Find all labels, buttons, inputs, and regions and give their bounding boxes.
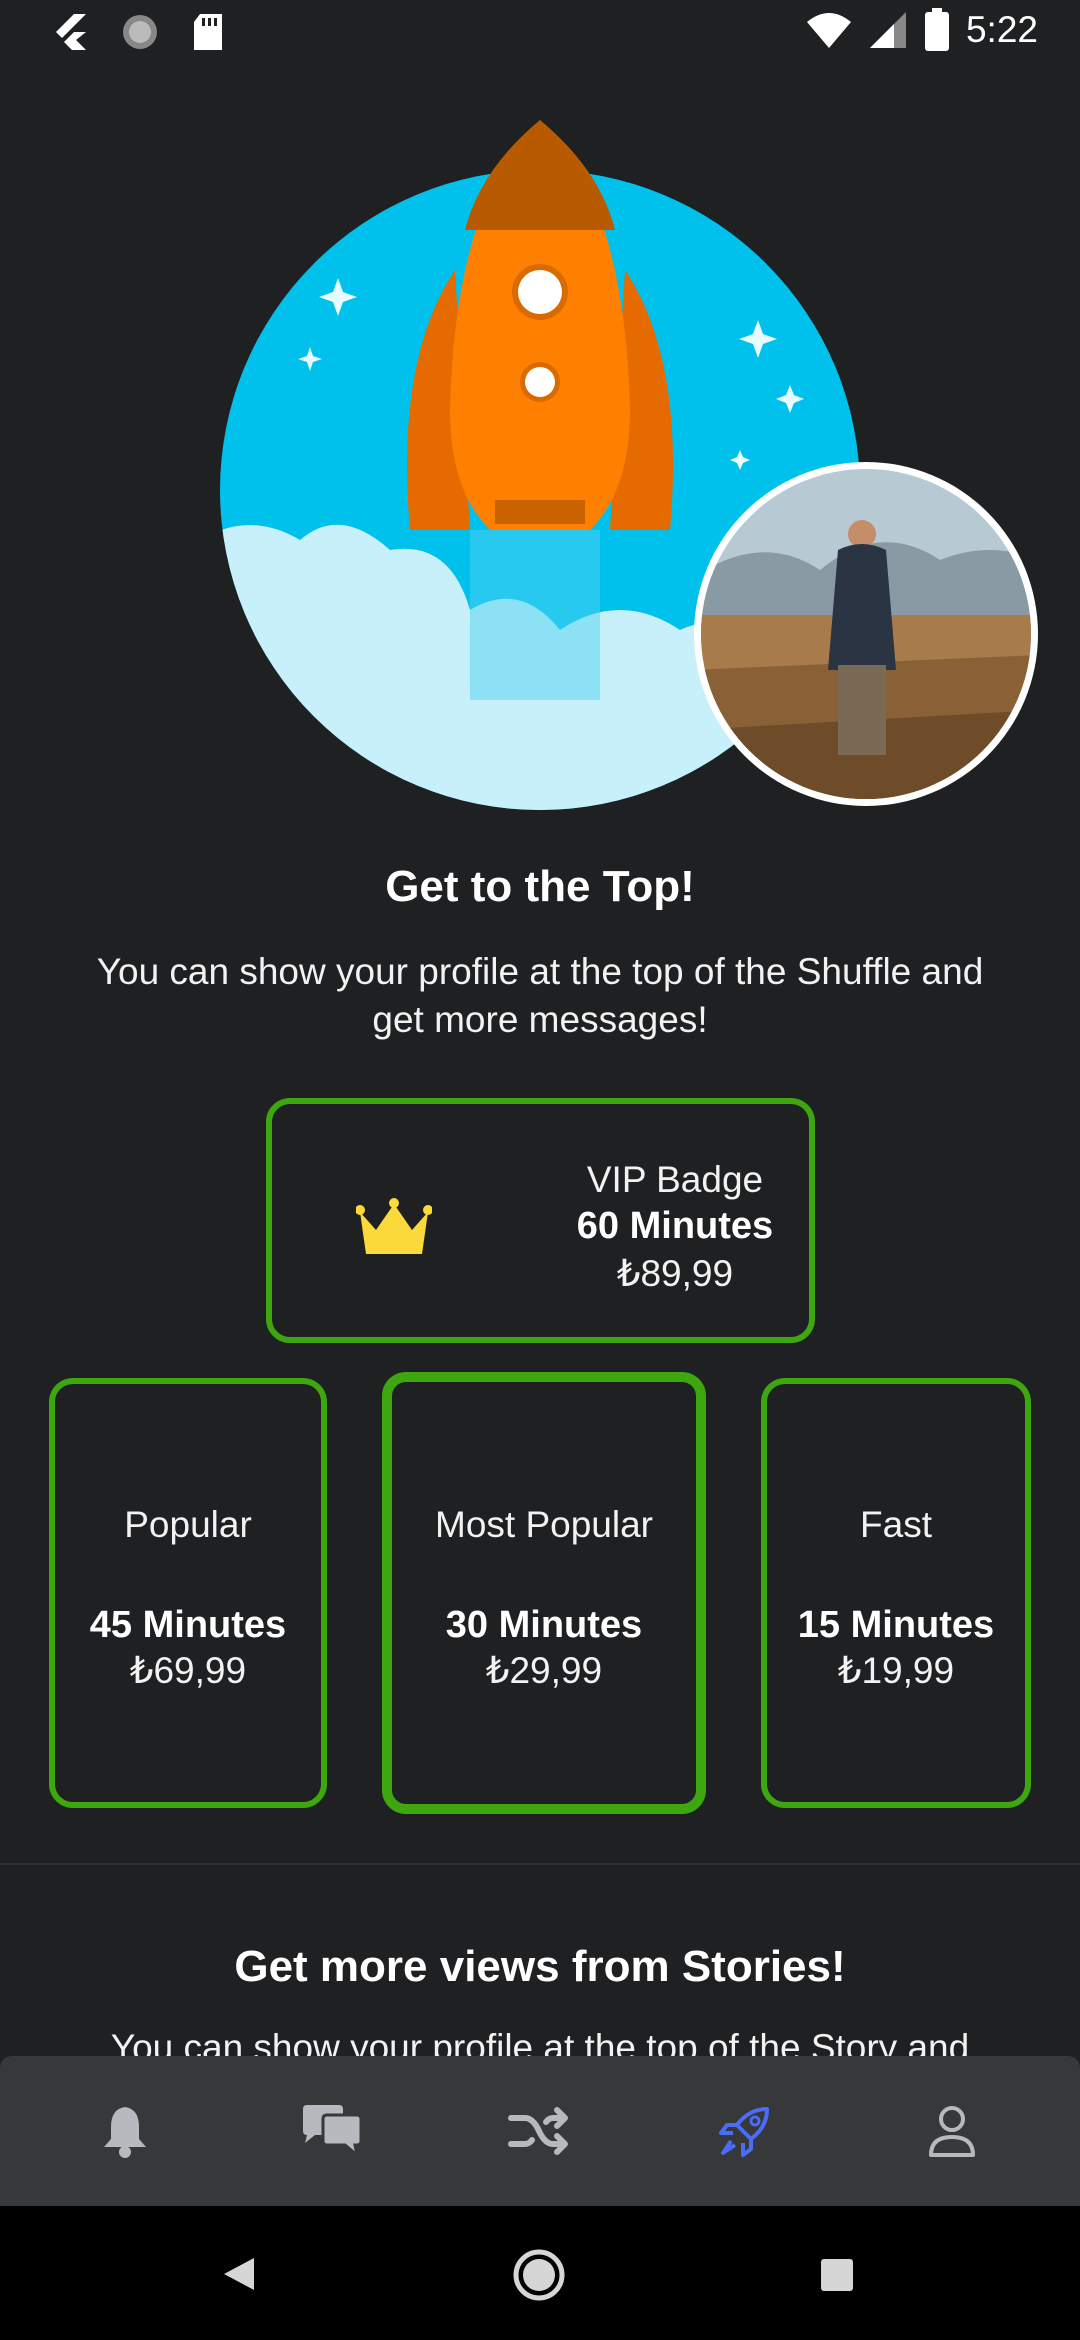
plan-card-popular[interactable]: Popular 45 Minutes ₺69,99 <box>49 1378 327 1808</box>
plan-price: ₺19,99 <box>837 1650 955 1691</box>
vip-price: ₺89,99 <box>616 1253 734 1294</box>
plan-label: Most Popular <box>435 1504 653 1545</box>
back-icon[interactable] <box>222 2256 256 2292</box>
system-navigation-bar <box>0 2206 1080 2340</box>
nav-messages[interactable] <box>272 2056 392 2206</box>
flutter-icon <box>56 14 86 50</box>
section-divider <box>0 1863 1080 1865</box>
promo-description: You can show your profile at the top of … <box>96 951 984 1040</box>
wifi-icon <box>806 13 851 48</box>
battery-icon <box>924 8 949 51</box>
plan-card-most-popular[interactable]: Most Popular 30 Minutes ₺29,99 <box>382 1372 706 1814</box>
bell-icon <box>104 2107 146 2158</box>
plan-duration: 30 Minutes <box>445 1604 643 1646</box>
stories-title: Get more views from Stories! <box>234 1942 846 1991</box>
plan-duration: 45 Minutes <box>89 1604 287 1646</box>
shuffle-icon <box>508 2107 568 2155</box>
status-time: 5:22 <box>965 9 1038 50</box>
sync-icon <box>123 15 157 49</box>
plan-card-fast[interactable]: Fast 15 Minutes ₺19,99 <box>761 1378 1031 1808</box>
recents-icon[interactable] <box>820 2258 854 2292</box>
plan-price: ₺69,99 <box>129 1650 247 1691</box>
promo-title: Get to the Top! <box>385 862 695 911</box>
crown-icon <box>356 1198 432 1254</box>
nav-shuffle[interactable] <box>479 2056 599 2206</box>
rocket-icon <box>719 2107 769 2157</box>
bottom-navigation <box>0 2056 1080 2206</box>
plan-price: ₺29,99 <box>485 1650 603 1691</box>
nav-notifications[interactable] <box>65 2056 185 2206</box>
plan-label: Fast <box>860 1504 932 1545</box>
profile-icon <box>929 2106 975 2157</box>
chat-icon <box>303 2105 363 2159</box>
signal-icon <box>869 12 906 48</box>
vip-duration: 60 Minutes <box>576 1205 774 1247</box>
vip-label: VIP Badge <box>586 1159 764 1200</box>
vip-badge-card[interactable]: VIP Badge 60 Minutes ₺89,99 <box>266 1098 815 1343</box>
nav-profile[interactable] <box>892 2056 1012 2206</box>
rocket-illustration <box>220 120 1038 810</box>
plan-label: Popular <box>124 1504 252 1545</box>
plan-duration: 15 Minutes <box>797 1604 995 1646</box>
status-bar: 5:22 <box>0 0 1080 66</box>
sd-card-icon <box>194 14 222 50</box>
nav-boost[interactable] <box>685 2056 805 2206</box>
home-icon[interactable] <box>512 2248 566 2302</box>
